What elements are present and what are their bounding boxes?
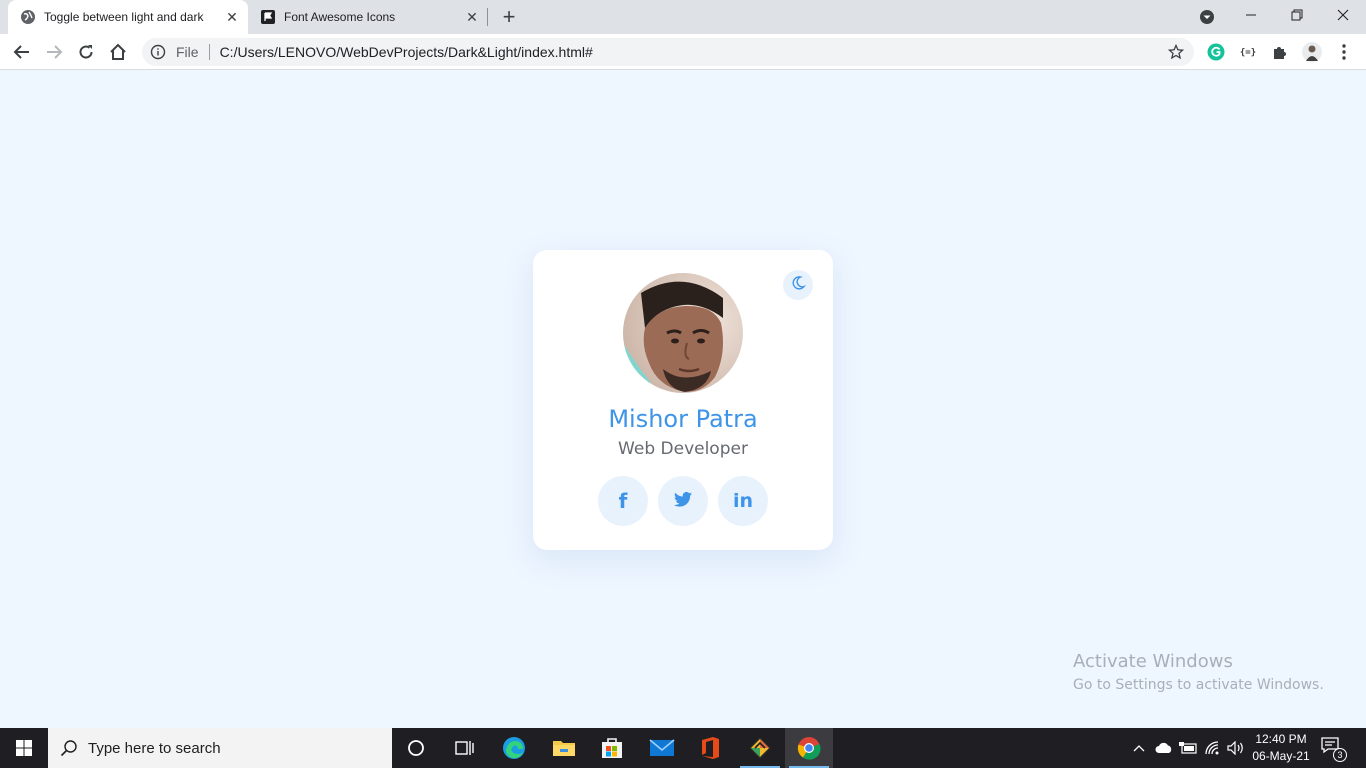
profile-name: Mishor Patra <box>608 405 758 433</box>
reload-button[interactable] <box>72 38 100 66</box>
minimize-button[interactable] <box>1228 0 1274 30</box>
windows-start-button[interactable] <box>0 728 48 768</box>
clock-time: 12:40 PM <box>1255 732 1307 746</box>
address-bar[interactable]: File C:/Users/LENOVO/WebDevProjects/Dark… <box>142 38 1194 66</box>
cortana-button[interactable] <box>392 728 440 768</box>
edge-browser-icon[interactable] <box>490 728 538 768</box>
activate-windows-watermark: Activate Windows Go to Settings to activ… <box>1073 651 1324 693</box>
linkedin-icon: in <box>732 490 754 512</box>
tab-divider <box>487 8 488 26</box>
microsoft-store-icon[interactable] <box>588 728 636 768</box>
tab-search-icon[interactable] <box>1197 7 1217 27</box>
svg-text:{=}: {=} <box>1240 48 1256 58</box>
sublime-app-icon[interactable] <box>736 728 784 768</box>
extensions-puzzle-icon[interactable] <box>1270 42 1290 62</box>
json-viewer-icon[interactable]: {=} <box>1238 42 1258 62</box>
scheme-label: File <box>176 44 199 60</box>
back-button[interactable] <box>8 38 36 66</box>
facebook-icon: f <box>618 489 628 513</box>
wifi-icon[interactable] <box>1203 728 1223 768</box>
tab-strip: Toggle between light and dark ✕ Font Awe… <box>0 0 1366 34</box>
tab-font-awesome[interactable]: Font Awesome Icons ✕ <box>248 0 488 34</box>
search-icon <box>60 739 78 757</box>
search-placeholder: Type here to search <box>88 739 221 757</box>
profile-role: Web Developer <box>618 439 748 459</box>
taskbar-clock[interactable]: 12:40 PM 06-May-21 <box>1246 731 1316 765</box>
browser-menu-icon[interactable] <box>1334 42 1354 62</box>
close-tab-icon[interactable]: ✕ <box>462 7 482 27</box>
moon-icon <box>790 275 807 296</box>
chrome-taskbar-icon[interactable] <box>785 728 833 768</box>
watermark-title: Activate Windows <box>1073 651 1233 672</box>
close-tab-icon[interactable]: ✕ <box>222 7 242 27</box>
onedrive-icon[interactable] <box>1153 728 1175 768</box>
profile-avatar[interactable] <box>1302 42 1322 62</box>
facebook-button[interactable]: f <box>598 476 648 526</box>
show-hidden-icons-button[interactable] <box>1130 728 1148 768</box>
tab-toggle-light-dark[interactable]: Toggle between light and dark ✕ <box>8 0 248 34</box>
tab-title: Font Awesome Icons <box>284 10 396 24</box>
avatar <box>623 273 743 393</box>
new-tab-button[interactable]: + <box>497 4 521 29</box>
battery-icon[interactable] <box>1178 728 1198 768</box>
bookmark-star-icon[interactable] <box>1167 43 1185 60</box>
page-viewport: Mishor Patra Web Developer f in Activate… <box>0 71 1366 728</box>
office-icon[interactable] <box>686 728 734 768</box>
omnibox-divider <box>208 44 210 60</box>
file-explorer-icon[interactable] <box>540 728 588 768</box>
taskbar-search-input[interactable]: Type here to search <box>48 728 392 768</box>
close-window-button[interactable] <box>1320 0 1366 30</box>
flag-icon <box>260 9 276 25</box>
tab-title: Toggle between light and dark <box>44 10 204 24</box>
forward-button[interactable] <box>40 38 68 66</box>
url-text[interactable]: C:/Users/LENOVO/WebDevProjects/Dark&Ligh… <box>220 44 593 60</box>
mail-icon[interactable] <box>638 728 686 768</box>
notification-count-badge: 3 <box>1333 748 1347 762</box>
restore-button[interactable] <box>1274 0 1320 30</box>
twitter-button[interactable] <box>658 476 708 526</box>
volume-icon[interactable] <box>1225 728 1247 768</box>
twitter-icon <box>674 491 692 511</box>
globe-icon <box>20 9 36 25</box>
grammarly-icon[interactable] <box>1206 42 1226 62</box>
linkedin-button[interactable]: in <box>718 476 768 526</box>
watermark-subtitle: Go to Settings to activate Windows. <box>1073 677 1324 693</box>
browser-toolbar: File C:/Users/LENOVO/WebDevProjects/Dark… <box>0 34 1366 70</box>
home-button[interactable] <box>104 38 132 66</box>
taskbar: Type here to search 12:40 PM 06-May-21 3 <box>0 728 1366 768</box>
theme-toggle-button[interactable] <box>783 270 813 300</box>
task-view-button[interactable] <box>440 728 488 768</box>
info-icon[interactable] <box>150 44 166 60</box>
profile-card: Mishor Patra Web Developer f in <box>533 250 833 550</box>
clock-date: 06-May-21 <box>1252 749 1310 763</box>
